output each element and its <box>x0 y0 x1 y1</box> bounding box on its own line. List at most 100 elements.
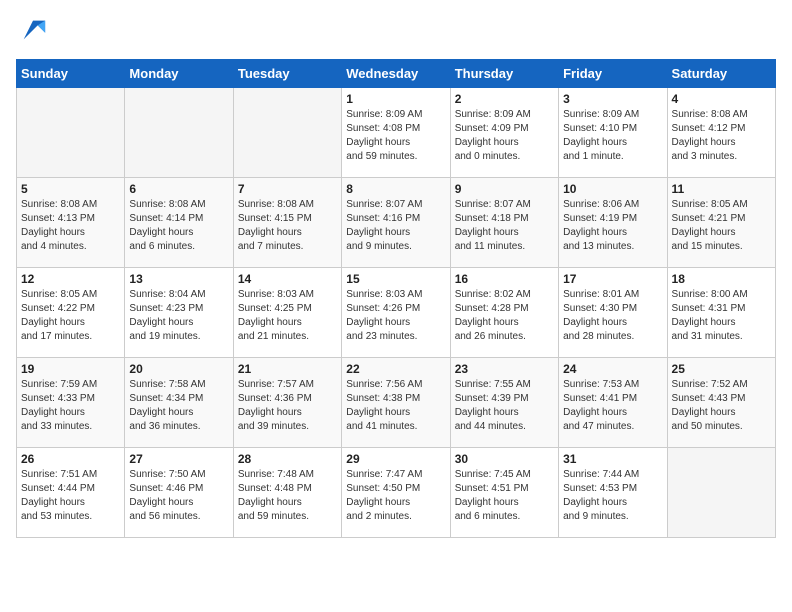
day-number: 4 <box>672 92 771 106</box>
day-info: Sunrise: 7:50 AMSunset: 4:46 PMDaylight … <box>129 468 228 524</box>
weekday-header-wednesday: Wednesday <box>342 60 450 88</box>
day-number: 18 <box>672 272 771 286</box>
calendar-cell: 8 Sunrise: 8:07 AMSunset: 4:16 PMDaylight… <box>342 178 450 268</box>
calendar: SundayMondayTuesdayWednesdayThursdayFrid… <box>16 59 776 538</box>
day-number: 12 <box>21 272 120 286</box>
page-header <box>16 16 776 49</box>
weekday-header-tuesday: Tuesday <box>233 60 341 88</box>
day-number: 5 <box>21 182 120 196</box>
day-number: 28 <box>238 452 337 466</box>
logo-text <box>16 16 47 49</box>
day-info: Sunrise: 8:08 AMSunset: 4:15 PMDaylight … <box>238 198 337 254</box>
calendar-cell <box>17 88 125 178</box>
day-info: Sunrise: 7:48 AMSunset: 4:48 PMDaylight … <box>238 468 337 524</box>
calendar-cell <box>125 88 233 178</box>
calendar-cell: 1 Sunrise: 8:09 AMSunset: 4:08 PMDaylight… <box>342 88 450 178</box>
day-number: 30 <box>455 452 554 466</box>
day-number: 21 <box>238 362 337 376</box>
calendar-week-1: 1 Sunrise: 8:09 AMSunset: 4:08 PMDaylight… <box>17 88 776 178</box>
day-info: Sunrise: 8:07 AMSunset: 4:18 PMDaylight … <box>455 198 554 254</box>
calendar-cell: 20 Sunrise: 7:58 AMSunset: 4:34 PMDayligh… <box>125 358 233 448</box>
calendar-cell: 3 Sunrise: 8:09 AMSunset: 4:10 PMDaylight… <box>559 88 667 178</box>
day-info: Sunrise: 7:53 AMSunset: 4:41 PMDaylight … <box>563 378 662 434</box>
day-info: Sunrise: 7:58 AMSunset: 4:34 PMDaylight … <box>129 378 228 434</box>
calendar-cell: 15 Sunrise: 8:03 AMSunset: 4:26 PMDayligh… <box>342 268 450 358</box>
day-number: 31 <box>563 452 662 466</box>
day-number: 9 <box>455 182 554 196</box>
calendar-cell: 21 Sunrise: 7:57 AMSunset: 4:36 PMDayligh… <box>233 358 341 448</box>
day-info: Sunrise: 8:05 AMSunset: 4:21 PMDaylight … <box>672 198 771 254</box>
day-number: 13 <box>129 272 228 286</box>
calendar-cell: 27 Sunrise: 7:50 AMSunset: 4:46 PMDayligh… <box>125 448 233 538</box>
calendar-cell: 28 Sunrise: 7:48 AMSunset: 4:48 PMDayligh… <box>233 448 341 538</box>
day-info: Sunrise: 7:56 AMSunset: 4:38 PMDaylight … <box>346 378 445 434</box>
logo-icon <box>19 16 47 44</box>
calendar-week-4: 19 Sunrise: 7:59 AMSunset: 4:33 PMDayligh… <box>17 358 776 448</box>
calendar-week-3: 12 Sunrise: 8:05 AMSunset: 4:22 PMDayligh… <box>17 268 776 358</box>
calendar-header-row: SundayMondayTuesdayWednesdayThursdayFrid… <box>17 60 776 88</box>
day-number: 1 <box>346 92 445 106</box>
day-info: Sunrise: 8:01 AMSunset: 4:30 PMDaylight … <box>563 288 662 344</box>
calendar-cell: 23Sunrise: 7:55 AMSunset: 4:39 PMDayligh… <box>450 358 558 448</box>
day-number: 29 <box>346 452 445 466</box>
day-info: Sunrise: 7:55 AMSunset: 4:39 PMDaylight … <box>455 378 554 434</box>
weekday-header-thursday: Thursday <box>450 60 558 88</box>
day-info: Sunrise: 8:08 AMSunset: 4:13 PMDaylight … <box>21 198 120 254</box>
day-number: 2 <box>455 92 554 106</box>
logo <box>16 16 47 49</box>
weekday-header-monday: Monday <box>125 60 233 88</box>
day-info: Sunrise: 8:08 AMSunset: 4:12 PMDaylight … <box>672 108 771 164</box>
day-number: 19 <box>21 362 120 376</box>
day-info: Sunrise: 8:08 AMSunset: 4:14 PMDaylight … <box>129 198 228 254</box>
calendar-cell: 29 Sunrise: 7:47 AMSunset: 4:50 PMDayligh… <box>342 448 450 538</box>
day-info: Sunrise: 7:51 AMSunset: 4:44 PMDaylight … <box>21 468 120 524</box>
day-number: 15 <box>346 272 445 286</box>
calendar-week-5: 26Sunrise: 7:51 AMSunset: 4:44 PMDayligh… <box>17 448 776 538</box>
day-info: Sunrise: 7:57 AMSunset: 4:36 PMDaylight … <box>238 378 337 434</box>
day-number: 3 <box>563 92 662 106</box>
day-info: Sunrise: 8:09 AMSunset: 4:09 PMDaylight … <box>455 108 554 164</box>
day-number: 8 <box>346 182 445 196</box>
day-number: 14 <box>238 272 337 286</box>
day-number: 16 <box>455 272 554 286</box>
day-number: 22 <box>346 362 445 376</box>
weekday-header-saturday: Saturday <box>667 60 775 88</box>
day-info: Sunrise: 8:07 AMSunset: 4:16 PMDaylight … <box>346 198 445 254</box>
calendar-cell: 6Sunrise: 8:08 AMSunset: 4:14 PMDaylight… <box>125 178 233 268</box>
day-info: Sunrise: 7:52 AMSunset: 4:43 PMDaylight … <box>672 378 771 434</box>
calendar-cell: 10Sunrise: 8:06 AMSunset: 4:19 PMDayligh… <box>559 178 667 268</box>
day-info: Sunrise: 8:03 AMSunset: 4:26 PMDaylight … <box>346 288 445 344</box>
calendar-cell: 30Sunrise: 7:45 AMSunset: 4:51 PMDayligh… <box>450 448 558 538</box>
day-info: Sunrise: 8:00 AMSunset: 4:31 PMDaylight … <box>672 288 771 344</box>
calendar-cell <box>667 448 775 538</box>
day-info: Sunrise: 8:03 AMSunset: 4:25 PMDaylight … <box>238 288 337 344</box>
calendar-cell: 16Sunrise: 8:02 AMSunset: 4:28 PMDayligh… <box>450 268 558 358</box>
day-number: 27 <box>129 452 228 466</box>
calendar-cell: 2 Sunrise: 8:09 AMSunset: 4:09 PMDaylight… <box>450 88 558 178</box>
day-info: Sunrise: 8:09 AMSunset: 4:10 PMDaylight … <box>563 108 662 164</box>
calendar-cell: 14 Sunrise: 8:03 AMSunset: 4:25 PMDayligh… <box>233 268 341 358</box>
day-number: 20 <box>129 362 228 376</box>
calendar-cell: 13 Sunrise: 8:04 AMSunset: 4:23 PMDayligh… <box>125 268 233 358</box>
calendar-cell: 11Sunrise: 8:05 AMSunset: 4:21 PMDayligh… <box>667 178 775 268</box>
calendar-cell: 22 Sunrise: 7:56 AMSunset: 4:38 PMDayligh… <box>342 358 450 448</box>
calendar-cell: 25 Sunrise: 7:52 AMSunset: 4:43 PMDayligh… <box>667 358 775 448</box>
calendar-cell: 9 Sunrise: 8:07 AMSunset: 4:18 PMDaylight… <box>450 178 558 268</box>
calendar-cell <box>233 88 341 178</box>
day-info: Sunrise: 7:47 AMSunset: 4:50 PMDaylight … <box>346 468 445 524</box>
calendar-cell: 12 Sunrise: 8:05 AMSunset: 4:22 PMDayligh… <box>17 268 125 358</box>
calendar-cell: 7Sunrise: 8:08 AMSunset: 4:15 PMDaylight… <box>233 178 341 268</box>
day-info: Sunrise: 8:09 AMSunset: 4:08 PMDaylight … <box>346 108 445 164</box>
weekday-header-friday: Friday <box>559 60 667 88</box>
day-info: Sunrise: 7:44 AMSunset: 4:53 PMDaylight … <box>563 468 662 524</box>
day-info: Sunrise: 8:04 AMSunset: 4:23 PMDaylight … <box>129 288 228 344</box>
day-number: 25 <box>672 362 771 376</box>
day-info: Sunrise: 8:05 AMSunset: 4:22 PMDaylight … <box>21 288 120 344</box>
calendar-cell: 18 Sunrise: 8:00 AMSunset: 4:31 PMDayligh… <box>667 268 775 358</box>
calendar-cell: 26Sunrise: 7:51 AMSunset: 4:44 PMDayligh… <box>17 448 125 538</box>
calendar-cell: 17Sunrise: 8:01 AMSunset: 4:30 PMDayligh… <box>559 268 667 358</box>
calendar-week-2: 5 Sunrise: 8:08 AMSunset: 4:13 PMDaylight… <box>17 178 776 268</box>
day-info: Sunrise: 7:59 AMSunset: 4:33 PMDaylight … <box>21 378 120 434</box>
calendar-cell: 19 Sunrise: 7:59 AMSunset: 4:33 PMDayligh… <box>17 358 125 448</box>
day-number: 24 <box>563 362 662 376</box>
